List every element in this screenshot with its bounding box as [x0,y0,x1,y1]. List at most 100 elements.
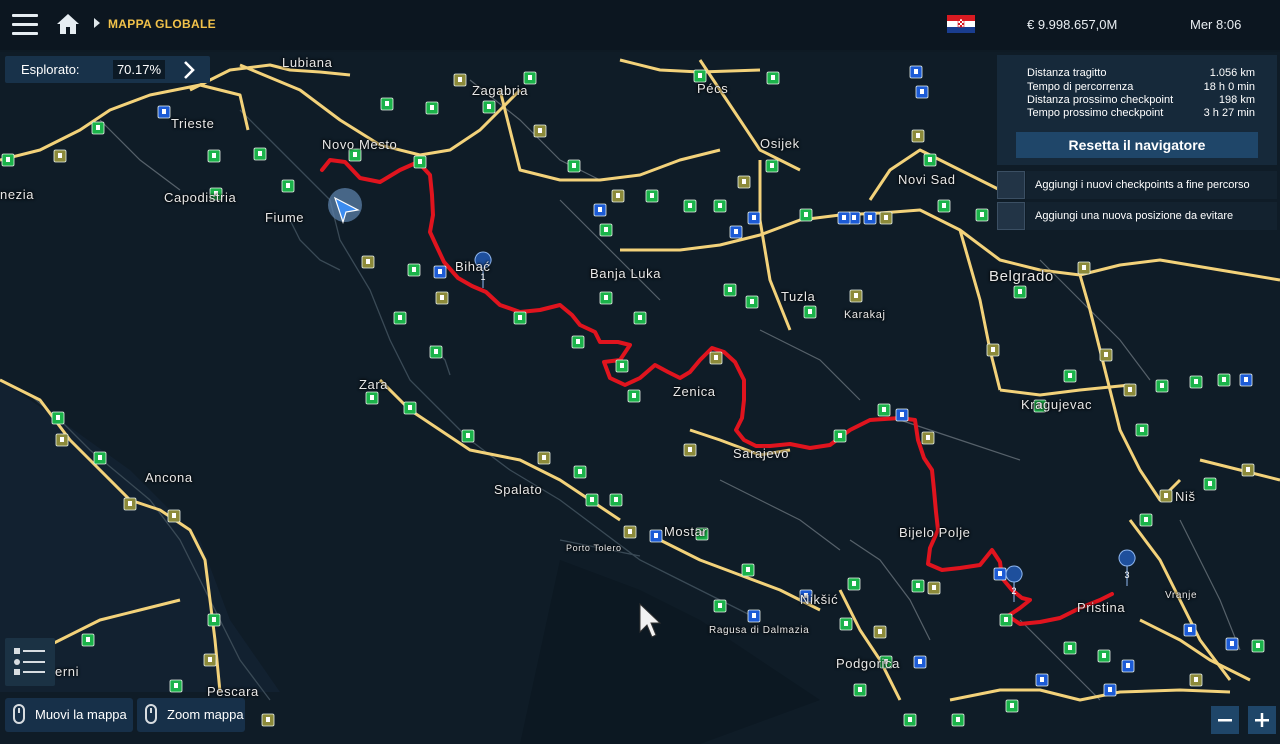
city-label[interactable]: Ragusa di Dalmazia [709,625,809,636]
zoom-map-hint-label: Zoom mappa [167,707,244,722]
city-label[interactable]: Nikšić [800,592,838,607]
city-label[interactable]: Zenica [673,384,716,399]
city-label[interactable]: Bihać [455,259,491,274]
poi-glyph [616,193,620,198]
city-label[interactable]: Pristina [1077,600,1125,615]
poi-glyph [991,347,995,352]
city-label[interactable]: Spalato [494,482,542,497]
city-label[interactable]: Osijek [760,136,800,151]
add-avoid-position-label[interactable]: Aggiungi una nuova posizione da evitare [1026,202,1277,230]
poi-glyph [750,299,754,304]
poi-glyph [6,157,10,162]
city-label[interactable]: Trieste [171,116,214,131]
poi-glyph [852,581,856,586]
city-label[interactable]: Tuzla [781,289,815,304]
city-label[interactable]: Pécs [697,81,728,96]
poi-glyph [60,437,64,442]
city-label[interactable]: Porto Tolero [566,543,622,553]
poi-glyph [718,203,722,208]
poi-glyph [638,315,642,320]
zoom-out-button[interactable] [1211,706,1239,734]
zoom-in-button[interactable] [1248,706,1276,734]
city-label[interactable]: Ancona [145,470,193,485]
legend-button[interactable] [5,638,55,686]
poi-glyph [572,163,576,168]
money-display: € 9.998.657,0M [1027,17,1118,32]
city-label[interactable]: Kragujevac [1021,397,1092,412]
poi-glyph [1040,677,1044,682]
city-label[interactable]: Belgrado [989,268,1054,285]
poi-glyph [914,69,918,74]
breadcrumb: MAPPA GLOBALE [108,17,216,31]
poi-glyph [1126,663,1130,668]
poi-glyph [1208,481,1212,486]
city-label[interactable]: Mostar [664,524,707,539]
city-label[interactable]: Niš [1175,489,1196,504]
menu-icon[interactable] [12,14,38,36]
city-label[interactable]: Capodistria [164,190,236,205]
city-label[interactable]: Bijelo Polje [899,525,971,540]
route-info-panel: Distanza tragitto 1.056 km Tempo di perc… [997,55,1277,165]
city-label[interactable]: Podgorica [836,656,900,671]
city-label[interactable]: Banja Luka [590,266,661,281]
player-position-icon[interactable] [328,188,362,224]
city-label[interactable]: Novi Sad [898,172,956,187]
city-label[interactable]: Vranje [1165,590,1197,601]
poi-glyph [1104,352,1108,357]
legend-icon [14,648,45,675]
poi-glyph [366,259,370,264]
city-label[interactable]: Novo Mesto [322,137,397,152]
city-label[interactable]: erni [55,664,79,679]
city-label[interactable]: nezia [0,187,34,202]
city-label[interactable]: Sarajevo [733,446,789,461]
city-label[interactable]: Lubiana [282,55,332,70]
home-icon[interactable] [56,12,80,36]
poi-glyph [926,435,930,440]
city-label[interactable]: Zagabria [472,83,528,98]
city-label[interactable]: Pescara [207,684,259,699]
poi-glyph [542,455,546,460]
add-avoid-position-checkbox[interactable] [997,202,1025,230]
poi-glyph [916,133,920,138]
zoom-map-hint: Zoom mappa [137,698,245,732]
mouse-wheel-icon [145,704,157,724]
poi-glyph [1068,645,1072,650]
move-map-hint: Muovi la mappa [5,698,133,732]
add-checkpoints-end-label[interactable]: Aggiungi i nuovi checkpoints a fine perc… [1026,171,1277,199]
checkpoint-3-icon[interactable]: 3 [1118,549,1136,587]
poi-glyph [458,77,462,82]
route-distance-label: Distanza tragitto [1027,67,1107,79]
city-label[interactable]: Zara [359,377,388,392]
poi-glyph [928,157,932,162]
poi-glyph [1004,617,1008,622]
city-label[interactable]: Karakaj [844,309,886,321]
route-time-value: 18 h 0 min [1203,81,1255,93]
poi-glyph [408,405,412,410]
poi-glyph [858,687,862,692]
poi-glyph [942,203,946,208]
chevron-right-icon[interactable] [177,58,201,82]
poi-glyph [920,89,924,94]
poi-glyph [412,267,416,272]
poi-glyph [86,637,90,642]
route-time-row: Tempo di percorrenza 18 h 0 min [1027,81,1255,93]
next-checkpoint-distance-label: Distanza prossimo checkpoint [1027,94,1174,106]
poi-glyph [614,497,618,502]
poi-glyph [604,295,608,300]
poi-glyph [56,415,60,420]
poi-glyph [578,469,582,474]
poi-glyph [598,207,602,212]
poi-glyph [628,529,632,534]
city-label[interactable]: Fiume [265,210,304,225]
poi-glyph [538,128,542,133]
svg-text:3: 3 [1124,570,1129,580]
poi-glyph [916,583,920,588]
poi-glyph [752,613,756,618]
add-checkpoints-end-checkbox[interactable] [997,171,1025,199]
planned-route [320,158,1114,626]
reset-navigator-button[interactable]: Resetta il navigatore [1016,132,1258,158]
poi-glyph [770,163,774,168]
explored-value: 70.17% [113,60,165,79]
poi-glyph [576,339,580,344]
poi-glyph [518,315,522,320]
